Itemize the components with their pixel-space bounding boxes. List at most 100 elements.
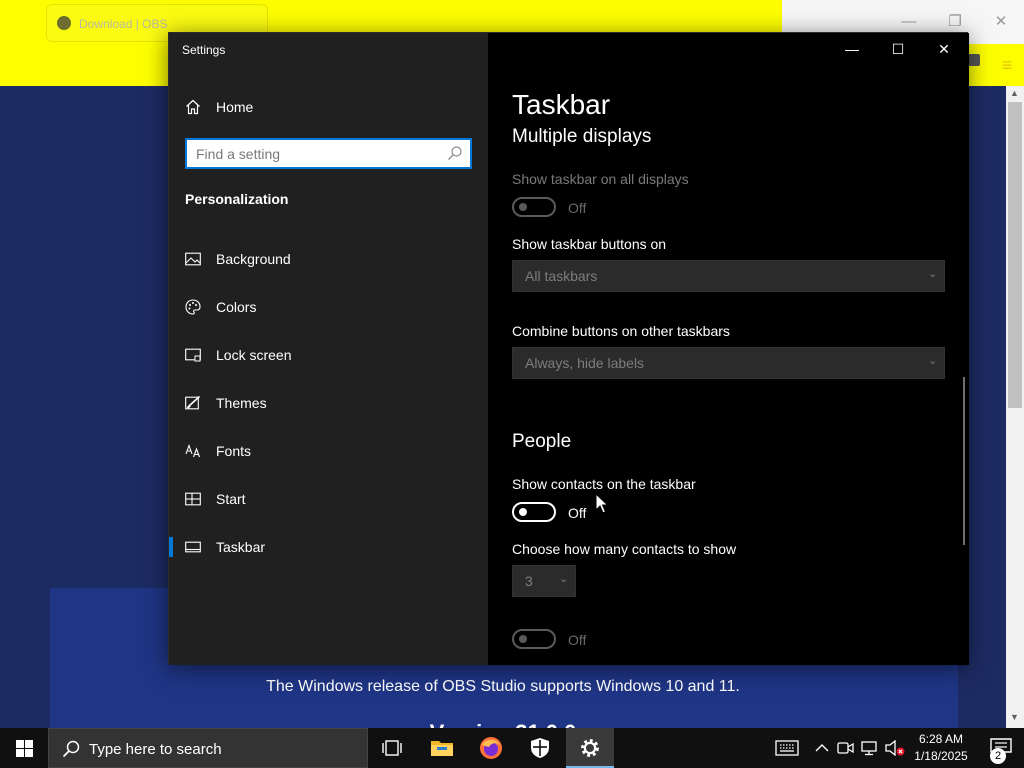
sidebar-item-label: Lock screen [216, 347, 292, 363]
network-tray[interactable] [860, 728, 882, 768]
show-taskbar-all-displays-label: Show taskbar on all displays [512, 171, 689, 187]
settings-content: Taskbar Multiple displays Show taskbar o… [488, 33, 969, 665]
taskbar-buttons-on-dropdown[interactable]: All taskbars ⌄ [512, 260, 945, 292]
home-label: Home [216, 99, 254, 115]
settings-icon [581, 739, 599, 757]
people-extra-toggle[interactable] [512, 629, 556, 649]
sidebar-item-label: Background [216, 251, 291, 267]
scroll-down-icon[interactable]: ▼ [1010, 712, 1019, 722]
taskbar-clock[interactable]: 6:28 AM 1/18/2025 [910, 731, 972, 765]
volume-tray[interactable] [884, 728, 906, 768]
palette-icon [185, 299, 201, 315]
browser-minimize-icon[interactable]: — [896, 10, 922, 34]
settings-window: Settings Home Personalization Background [168, 32, 969, 665]
taskbar-search-input[interactable] [89, 739, 349, 759]
firefox-button[interactable] [467, 728, 515, 768]
dropdown-value: Always, hide labels [525, 355, 645, 371]
lock-screen-icon [185, 347, 201, 363]
clock-time: 6:28 AM [918, 732, 964, 746]
scrollbar-thumb[interactable] [1008, 102, 1022, 408]
toggle-state-label: Off [568, 632, 587, 648]
minimize-icon[interactable]: — [829, 33, 875, 65]
toggle-knob [519, 508, 527, 516]
task-view-icon [382, 740, 402, 756]
task-view-button[interactable] [368, 728, 416, 768]
windows-taskbar: 6:28 AM 1/18/2025 2 [0, 728, 1024, 768]
security-icon [531, 738, 549, 758]
people-heading: People [512, 431, 572, 452]
font-icon [185, 443, 201, 459]
settings-taskbar-button[interactable] [566, 728, 614, 768]
search-icon [62, 740, 80, 758]
settings-sidebar: Settings Home Personalization Background [169, 33, 488, 665]
browser-nav-area: ≡ [966, 46, 1024, 86]
taskbar-search[interactable] [48, 728, 368, 768]
extension-icon[interactable] [968, 54, 980, 66]
toggle-state-label: Off [568, 200, 587, 216]
browser-restore-icon[interactable]: ❐ [942, 10, 968, 34]
window-controls: — ☐ ✕ [829, 33, 967, 65]
sidebar-item-label: Themes [216, 395, 267, 411]
sidebar-item-label: Taskbar [216, 539, 266, 555]
find-setting-search[interactable] [185, 138, 472, 169]
file-explorer-button[interactable] [418, 728, 466, 768]
web-version-heading: Version 31.0.0 [0, 716, 1006, 728]
keyboard-tray[interactable] [772, 728, 802, 768]
page-title: Taskbar [512, 89, 611, 120]
close-icon[interactable]: ✕ [921, 33, 967, 65]
windows-security-button[interactable] [516, 728, 564, 768]
find-setting-input[interactable] [196, 145, 436, 163]
sidebar-item-label: Start [216, 491, 246, 507]
sidebar-item-colors[interactable]: Colors [169, 283, 488, 331]
mouse-cursor-icon [595, 493, 609, 514]
home-nav-item[interactable]: Home [185, 96, 253, 118]
contacts-count-dropdown[interactable]: 3 ⌄ [512, 565, 576, 597]
menu-icon[interactable]: ≡ [994, 52, 1020, 78]
section-title-personalization: Personalization [185, 191, 289, 207]
keyboard-icon [775, 740, 799, 756]
contacts-count-label: Choose how many contacts to show [512, 541, 737, 557]
sidebar-item-label: Fonts [216, 443, 252, 459]
show-hidden-icons-button[interactable] [812, 728, 832, 768]
show-taskbar-all-displays-toggle[interactable] [512, 197, 556, 217]
file-explorer-icon [431, 741, 453, 756]
combine-buttons-dropdown[interactable]: Always, hide labels ⌄ [512, 347, 945, 379]
browser-scrollbar[interactable]: ▲ ▼ [1006, 86, 1024, 728]
home-icon [186, 99, 200, 115]
content-scrollbar[interactable] [963, 377, 965, 545]
sidebar-item-themes[interactable]: Themes [169, 379, 488, 427]
window-title: Settings [182, 43, 226, 57]
sidebar-item-background[interactable]: Background [169, 235, 488, 283]
picture-icon [185, 251, 201, 267]
show-contacts-toggle[interactable] [512, 502, 556, 522]
start-button[interactable] [0, 728, 48, 768]
windows-logo-icon [15, 739, 33, 757]
scroll-up-icon[interactable]: ▲ [1010, 88, 1019, 98]
network-icon [861, 741, 877, 756]
maximize-icon[interactable]: ☐ [875, 33, 921, 65]
browser-close-icon[interactable]: ✕ [988, 10, 1014, 34]
sidebar-item-fonts[interactable]: Fonts [169, 427, 488, 475]
toggle-state-label: Off [568, 505, 587, 521]
toggle-knob [519, 203, 527, 211]
multiple-displays-heading: Multiple displays [512, 126, 652, 147]
taskbar-buttons-on-label: Show taskbar buttons on [512, 236, 667, 252]
sidebar-item-lock-screen[interactable]: Lock screen [169, 331, 488, 379]
sidebar-item-taskbar[interactable]: Taskbar [169, 523, 488, 571]
search-icon[interactable] [447, 144, 463, 162]
web-support-text: The Windows release of OBS Studio suppor… [266, 678, 740, 695]
chevron-down-icon: ⌄ [559, 573, 569, 585]
meet-now-tray[interactable] [836, 728, 856, 768]
chevron-down-icon: ⌄ [928, 268, 938, 280]
dropdown-value: 3 [525, 573, 533, 589]
sidebar-item-start[interactable]: Start [169, 475, 488, 523]
obs-favicon-icon [57, 16, 71, 30]
chevron-down-icon: ⌄ [928, 355, 938, 367]
taskbar-icon [185, 539, 201, 555]
brush-icon [185, 395, 201, 411]
toggle-knob [519, 635, 527, 643]
notification-count-badge: 2 [990, 748, 1006, 764]
dropdown-value: All taskbars [525, 268, 598, 284]
personalization-nav: Background Colors Lock screen Themes Fon… [169, 235, 488, 571]
start-grid-icon [185, 491, 201, 507]
